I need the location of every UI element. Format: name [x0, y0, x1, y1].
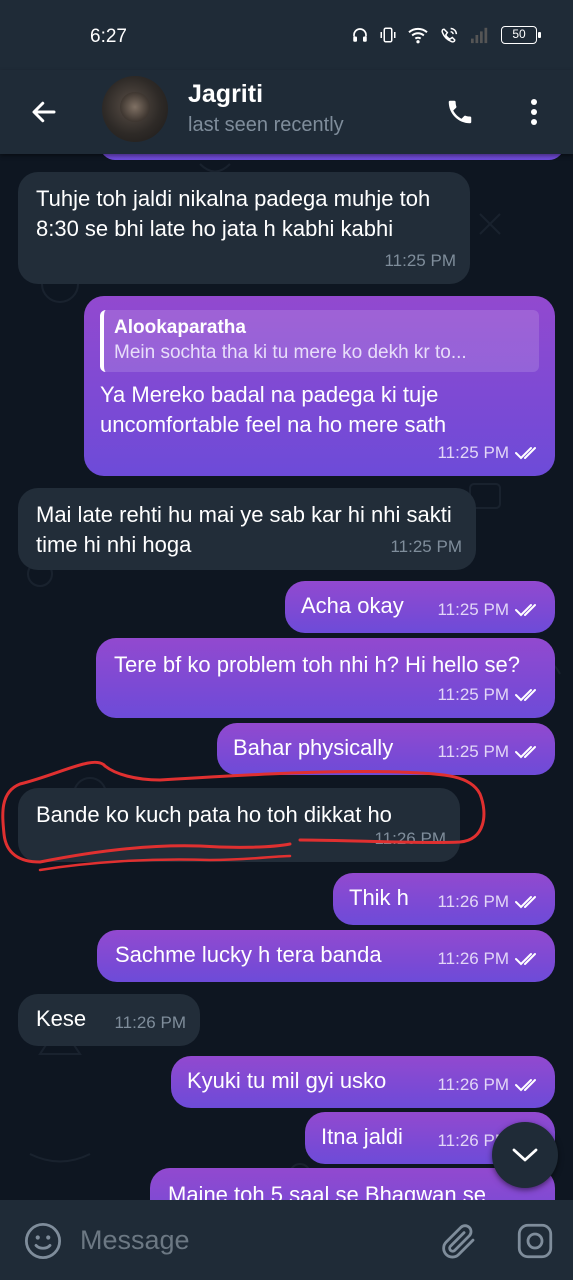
- message-bubble-outgoing[interactable]: Tere bf ko problem toh nhi h? Hi hello s…: [96, 638, 555, 718]
- double-check-icon: [515, 745, 541, 759]
- message-text: Tere bf ko problem toh nhi h? Hi hello s…: [114, 652, 521, 677]
- vibrate-icon: [379, 26, 397, 44]
- more-options-button[interactable]: [516, 92, 552, 132]
- wifi-calling-icon: [439, 26, 459, 44]
- message-meta: 11:26 PM: [437, 1070, 541, 1100]
- message-meta: 11:25 PM: [437, 680, 541, 710]
- phone-icon: [448, 100, 472, 124]
- message-bubble-partial[interactable]: [100, 154, 564, 160]
- reply-snippet: Mein sochta tha ki tu mere ko dekh kr to…: [114, 342, 467, 363]
- message-meta: 11:25 PM: [390, 532, 462, 562]
- back-button[interactable]: [24, 92, 64, 132]
- message-time: 11:26 PM: [437, 949, 509, 968]
- scroll-down-button[interactable]: [492, 1122, 558, 1188]
- headphones-icon: [351, 26, 369, 44]
- wifi-icon: [407, 26, 429, 44]
- message-meta: 11:26 PM: [437, 887, 541, 917]
- message-time: 11:26 PM: [437, 892, 509, 911]
- message-text: Maine toh 5 saal se Bhagwan se: [168, 1182, 486, 1200]
- message-bubble-incoming[interactable]: Mai late rehti hu mai ye sab kar hi nhi …: [18, 488, 476, 570]
- message-meta: 11:25 PM: [384, 246, 456, 276]
- double-check-icon: [515, 895, 541, 909]
- message-meta: 11:26 PM: [374, 824, 446, 854]
- status-icons: 50: [351, 26, 541, 44]
- message-bubble-outgoing[interactable]: Kyuki tu mil gyi usko 11:26 PM: [171, 1056, 555, 1108]
- message-bubble-incoming[interactable]: Bande ko kuch pata ho toh dikkat ho 11:2…: [18, 788, 460, 862]
- double-check-icon: [515, 603, 541, 617]
- attach-icon: [442, 1224, 475, 1259]
- message-time: 11:26 PM: [437, 1075, 509, 1094]
- double-check-icon: [515, 952, 541, 966]
- status-time: 6:27: [90, 26, 127, 47]
- message-meta: 11:25 PM: [437, 438, 541, 468]
- message-time: 11:25 PM: [437, 600, 509, 619]
- contact-name[interactable]: Jagriti: [188, 80, 263, 109]
- emoji-icon: [24, 1222, 62, 1260]
- more-vert-icon: [531, 99, 537, 125]
- message-meta: 11:25 PM: [437, 595, 541, 625]
- message-input[interactable]: [80, 1218, 420, 1262]
- message-bubble-outgoing[interactable]: Acha okay 11:25 PM: [285, 581, 555, 633]
- message-meta: 11:26 PM: [437, 944, 541, 974]
- message-time: 11:25 PM: [437, 443, 509, 462]
- message-time: 11:26 PM: [374, 829, 446, 848]
- message-text: Ya Mereko badal na padega ki tuje uncomf…: [100, 382, 447, 437]
- signal-icon: [469, 26, 491, 44]
- status-bar: 6:27 50: [0, 0, 573, 70]
- avatar[interactable]: [102, 76, 168, 142]
- attach-button[interactable]: [438, 1220, 480, 1262]
- message-bubble-incoming[interactable]: Kese 11:26 PM: [18, 994, 200, 1046]
- message-bubble-outgoing[interactable]: Thik h 11:26 PM: [333, 873, 555, 925]
- message-bubble-incoming[interactable]: Tuhje toh jaldi nikalna padega muhje toh…: [18, 172, 470, 284]
- chat-header: Jagriti last seen recently: [0, 70, 573, 154]
- message-bubble-outgoing[interactable]: Bahar physically 11:25 PM: [217, 723, 555, 775]
- battery-icon: 50: [501, 26, 541, 44]
- message-time: 11:25 PM: [384, 251, 456, 270]
- message-composer: [0, 1200, 573, 1280]
- message-meta: 11:25 PM: [437, 737, 541, 767]
- message-time: 11:26 PM: [114, 1013, 186, 1032]
- message-bubble-outgoing[interactable]: Alookaparatha Mein sochta tha ki tu mere…: [84, 296, 555, 476]
- camera-icon: [517, 1223, 553, 1259]
- double-check-icon: [515, 446, 541, 460]
- message-time: 11:25 PM: [437, 685, 509, 704]
- last-seen-status: last seen recently: [188, 114, 344, 136]
- message-text: Tuhje toh jaldi nikalna padega muhje toh…: [36, 186, 437, 241]
- double-check-icon: [515, 1078, 541, 1092]
- message-bubble-outgoing[interactable]: Maine toh 5 saal se Bhagwan se: [150, 1168, 555, 1200]
- emoji-button[interactable]: [22, 1220, 64, 1262]
- call-button[interactable]: [440, 92, 480, 132]
- message-time: 11:25 PM: [390, 537, 462, 556]
- camera-button[interactable]: [514, 1220, 556, 1262]
- message-meta: 11:26 PM: [114, 1008, 186, 1038]
- back-arrow-icon: [32, 101, 56, 123]
- reply-quote[interactable]: Alookaparatha Mein sochta tha ki tu mere…: [100, 310, 539, 372]
- message-time: 11:25 PM: [437, 742, 509, 761]
- message-bubble-outgoing[interactable]: Sachme lucky h tera banda 11:26 PM: [97, 930, 555, 982]
- double-check-icon: [515, 688, 541, 702]
- reply-sender-name: Alookaparatha: [114, 317, 246, 338]
- message-list[interactable]: Tuhje toh jaldi nikalna padega muhje toh…: [0, 154, 573, 1200]
- chevron-down-icon: [512, 1148, 538, 1162]
